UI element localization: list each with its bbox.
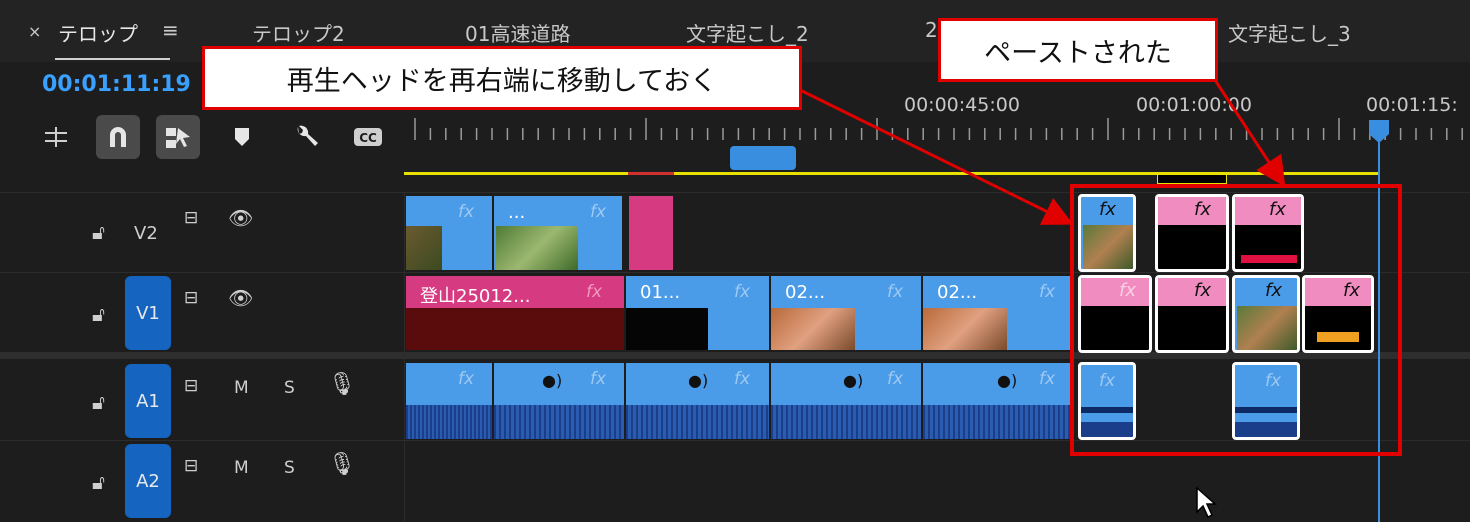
mouse-cursor-icon — [1196, 486, 1217, 519]
callout-pasted-note: ペーストされた — [938, 18, 1218, 82]
callout-playhead-note: 再生ヘッドを再右端に移動しておく — [202, 46, 802, 110]
